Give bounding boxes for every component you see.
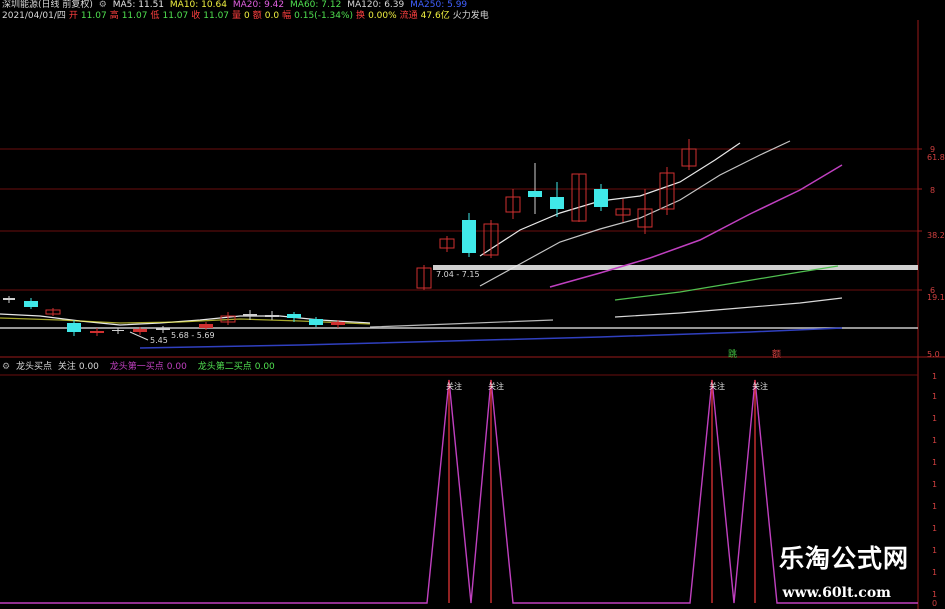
spike-label: 关注	[752, 381, 768, 391]
ma-white-rise-2	[479, 140, 791, 287]
indicator-header: ⚙ 龙头买点 关注 0.00 龙头第一买点 0.00 龙头第二买点 0.00	[2, 362, 278, 373]
indicator-axis-label: 1	[932, 414, 937, 423]
range-label-1: 5.68 - 5.69	[171, 331, 215, 340]
indicator-first-label: 龙头第一买点	[109, 362, 164, 372]
ma250-line	[139, 327, 843, 349]
candlesticks	[3, 139, 697, 336]
price-axis-label: 38.2	[927, 231, 945, 240]
price-axis-label: 19.1	[927, 293, 945, 302]
indicator-name[interactable]: 龙头买点	[16, 362, 52, 372]
chart-canvas[interactable]: 9 61.8 8 38.2 6 19.1 5.0 5.45 5.68 - 5.6…	[0, 0, 945, 609]
indicator-axis-label: 1	[932, 568, 937, 577]
indicator-second-value: 0.00	[254, 362, 275, 372]
level-band-upper	[433, 265, 918, 270]
ma60-line	[614, 265, 839, 301]
gear-icon[interactable]: ⚙	[2, 362, 10, 372]
indicator-focus-value: 0.00	[78, 362, 99, 372]
moving-averages	[0, 140, 843, 349]
ma120-left	[369, 319, 554, 328]
indicator-axis-label: 0	[932, 599, 937, 608]
spike-label: 关注	[709, 381, 725, 391]
indicator-focus-label: 关注	[57, 362, 76, 372]
price-axis-label: 5.0	[927, 350, 940, 359]
ma120-line	[614, 297, 843, 318]
stock-chart-window: 深圳能源(日线 前复权) ⚙ MA5: 11.51 MA10: 10.64 MA…	[0, 0, 945, 609]
indicator-axis-label: 1	[932, 480, 937, 489]
indicator-axis: 1 1 1 1 1 1 1 1 1 1 1 0	[932, 372, 937, 608]
indicator-axis-label: 1	[932, 524, 937, 533]
price-axis-label: 61.8	[927, 153, 945, 162]
price-axis: 9 61.8 8 38.2 6 19.1 5.0	[927, 145, 945, 359]
indicator-axis-label: 1	[932, 458, 937, 467]
indicator-axis-label: 1	[932, 502, 937, 511]
indicator-axis-label: 1	[932, 392, 937, 401]
price-axis-ticks	[918, 148, 922, 291]
indicator-second-label: 龙头第二买点	[197, 362, 252, 372]
price-annotations: 5.45 5.68 - 5.69 7.04 - 7.15	[129, 270, 480, 345]
spike-label: 关注	[446, 381, 462, 391]
low-price-label: 5.45	[150, 336, 168, 345]
price-axis-label: 8	[930, 186, 935, 195]
spike-labels: 关注 关注 关注 关注	[446, 381, 768, 391]
indicator-axis-label: 1	[932, 590, 937, 599]
indicator-first-value: 0.00	[166, 362, 187, 372]
indicator-axis-label: 1	[932, 546, 937, 555]
indicator-axis-label: 1	[932, 436, 937, 445]
spike-label: 关注	[488, 381, 504, 391]
dot-marker: 额	[772, 348, 781, 360]
watermark-url: www.60lt.com	[782, 585, 891, 601]
watermark-cn: 乐淘公式网	[778, 544, 909, 573]
pen-marker: 跳	[728, 348, 737, 360]
price-grid	[0, 20, 945, 609]
indicator-axis-label: 1	[932, 372, 937, 381]
range-label-2: 7.04 - 7.15	[436, 270, 480, 279]
